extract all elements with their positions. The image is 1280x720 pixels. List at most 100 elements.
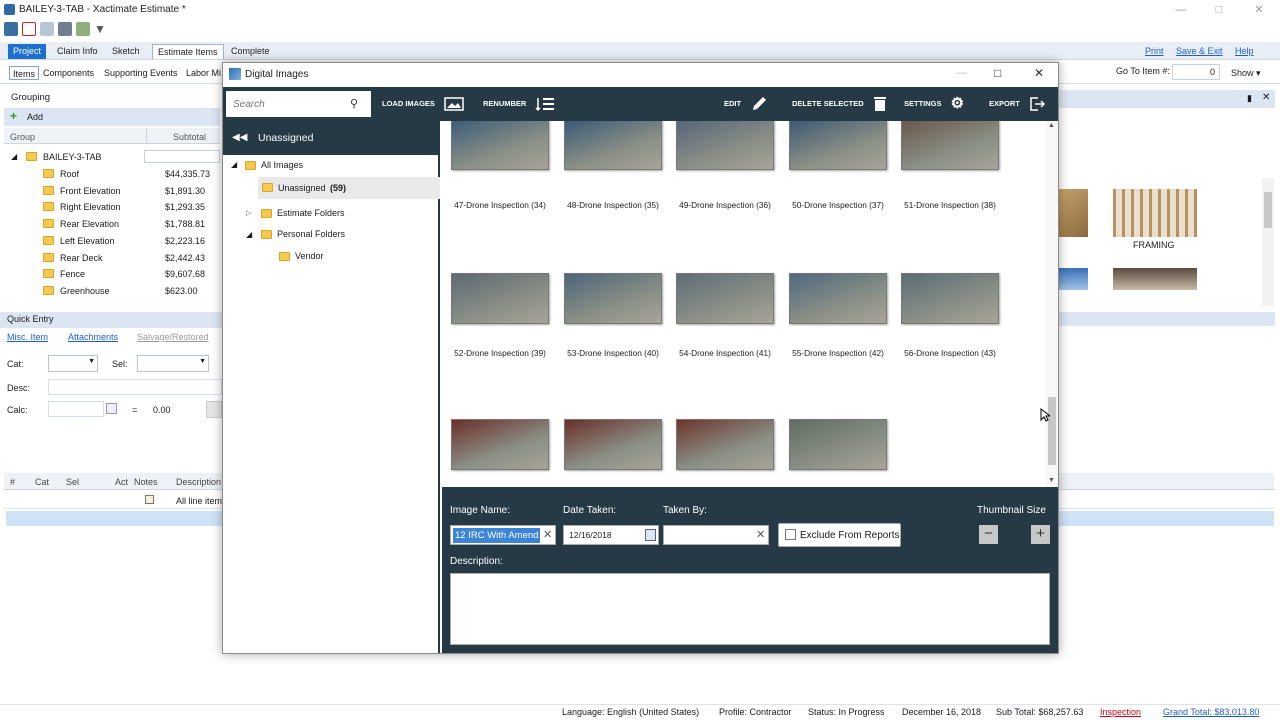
collapse-icon[interactable]: ◢ bbox=[246, 230, 252, 239]
collapse-icon[interactable]: ◢ bbox=[11, 152, 17, 161]
help-link[interactable]: Help bbox=[1235, 46, 1254, 56]
tab-claim-info[interactable]: Claim Info bbox=[52, 44, 103, 59]
group-row[interactable]: Roof $44,335.73 bbox=[4, 168, 220, 182]
group-row[interactable]: Front Elevation $1,891.30 bbox=[4, 185, 220, 199]
exclude-from-reports-toggle[interactable]: Exclude From Reports bbox=[778, 523, 901, 547]
expand-icon[interactable]: ▷ bbox=[246, 209, 251, 217]
search-box[interactable]: ⚲ bbox=[226, 91, 371, 117]
image-thumbnail[interactable] bbox=[564, 273, 662, 324]
add-group-button[interactable]: Add bbox=[27, 112, 43, 122]
tab-sketch[interactable]: Sketch bbox=[107, 44, 145, 59]
taken-by-field[interactable]: ✕ bbox=[663, 525, 769, 545]
image-name-field[interactable]: 12 IRC With Amend ✕ bbox=[450, 525, 556, 545]
search-input[interactable] bbox=[226, 91, 346, 117]
framing-thumbnail[interactable] bbox=[1113, 189, 1197, 237]
image-thumbnail[interactable] bbox=[676, 121, 774, 170]
tab-project[interactable]: Project bbox=[8, 44, 47, 59]
salvage-link[interactable]: Salvage/Restored bbox=[137, 332, 209, 342]
clear-icon[interactable]: ✕ bbox=[756, 528, 765, 541]
calc-button[interactable] bbox=[206, 401, 222, 418]
camera-icon[interactable] bbox=[4, 22, 18, 36]
subtab-components[interactable]: Components bbox=[40, 66, 97, 80]
rewind-icon[interactable]: ◀◀ bbox=[232, 121, 247, 155]
clear-icon[interactable]: ✕ bbox=[543, 528, 552, 541]
dialog-minimize-icon[interactable]: — bbox=[956, 67, 967, 79]
attachments-link[interactable]: Attachments bbox=[68, 332, 118, 342]
group-row[interactable]: Rear Elevation $1,788.81 bbox=[4, 218, 220, 232]
edit-button[interactable]: EDIT bbox=[724, 87, 768, 121]
right-scrollbar[interactable] bbox=[1262, 178, 1274, 306]
subtab-supporting-events[interactable]: Supporting Events bbox=[101, 66, 181, 80]
grouping-add-row[interactable]: + Add bbox=[4, 108, 220, 126]
desc-input[interactable] bbox=[48, 379, 222, 395]
documents-icon[interactable] bbox=[40, 22, 54, 36]
group-row[interactable]: Greenhouse $623.00 bbox=[4, 285, 220, 299]
scroll-up-icon[interactable]: ▲ bbox=[1048, 122, 1055, 129]
thumbnail-larger-button[interactable]: + bbox=[1031, 525, 1050, 544]
tree-personal-folders[interactable]: Personal Folders bbox=[261, 229, 345, 240]
group-row[interactable]: Right Elevation $1,293.35 bbox=[4, 201, 220, 215]
cat-dropdown[interactable]: ▼ bbox=[48, 355, 98, 372]
calendar-icon[interactable] bbox=[645, 529, 656, 541]
exclude-checkbox[interactable] bbox=[785, 529, 796, 540]
image-grid-scrollbar[interactable]: ▲ ▼ bbox=[1046, 121, 1058, 487]
export-button[interactable]: EXPORT bbox=[989, 87, 1045, 121]
inspection-link[interactable]: Inspection bbox=[1100, 707, 1141, 717]
sync-icon[interactable] bbox=[76, 22, 90, 36]
scroll-down-icon[interactable]: ▼ bbox=[1048, 477, 1055, 484]
thumbnail-smaller-button[interactable]: − bbox=[979, 525, 998, 544]
maximize-icon[interactable]: □ bbox=[1211, 2, 1227, 18]
sketch-thumbnail[interactable] bbox=[1059, 189, 1088, 237]
tab-complete[interactable]: Complete bbox=[226, 44, 275, 59]
grand-total-link[interactable]: Grand Total: $83,013.80 bbox=[1163, 707, 1259, 717]
save-icon[interactable] bbox=[58, 22, 72, 36]
load-images-button[interactable]: LOAD IMAGES bbox=[382, 87, 464, 121]
image-thumbnail[interactable] bbox=[676, 419, 774, 470]
date-taken-field[interactable]: 12/16/2018 bbox=[563, 525, 659, 545]
image-thumbnail[interactable] bbox=[789, 419, 887, 470]
renumber-button[interactable]: RENUMBER bbox=[483, 87, 555, 121]
description-textarea[interactable] bbox=[450, 573, 1050, 645]
group-row[interactable]: Rear Deck $2,442.43 bbox=[4, 252, 220, 266]
subtab-items[interactable]: Items bbox=[9, 66, 40, 80]
image-thumbnail[interactable] bbox=[676, 273, 774, 324]
subtab-labor[interactable]: Labor Mi bbox=[183, 66, 224, 80]
pin-icon[interactable]: ▮ bbox=[1247, 93, 1252, 104]
calc-input[interactable] bbox=[48, 401, 104, 417]
window-thumbnail[interactable] bbox=[1059, 268, 1088, 290]
save-exit-link[interactable]: Save & Exit bbox=[1176, 46, 1223, 56]
sel-dropdown[interactable]: ▼ bbox=[137, 355, 209, 372]
group-row[interactable]: Fence $9,607.68 bbox=[4, 268, 220, 282]
xm8-icon[interactable]: ▼ bbox=[94, 22, 106, 36]
print-link[interactable]: Print bbox=[1145, 46, 1164, 56]
show-menu[interactable]: Show ▾ bbox=[1231, 68, 1261, 79]
tree-estimate-folders[interactable]: Estimate Folders bbox=[261, 208, 345, 219]
roof-thumbnail[interactable] bbox=[1113, 268, 1197, 290]
image-thumbnail[interactable] bbox=[789, 121, 887, 170]
collapse-all-images-icon[interactable]: ◢ bbox=[231, 160, 237, 169]
image-thumbnail[interactable] bbox=[564, 121, 662, 170]
tree-unassigned[interactable]: Unassigned (59) bbox=[258, 177, 440, 199]
dialog-close-icon[interactable]: ✕ bbox=[1034, 66, 1044, 80]
notes-icon[interactable] bbox=[145, 495, 154, 504]
close-panel-icon[interactable]: ✕ bbox=[1262, 92, 1270, 103]
image-thumbnail[interactable] bbox=[451, 419, 549, 470]
tree-vendor[interactable]: Vendor bbox=[279, 251, 324, 262]
group-row[interactable]: Left Elevation $2,223.16 bbox=[4, 235, 220, 249]
dialog-maximize-icon[interactable]: □ bbox=[994, 66, 1001, 80]
tree-all-images[interactable]: All Images bbox=[245, 160, 303, 171]
delete-selected-button[interactable]: DELETE SELECTED bbox=[792, 87, 887, 121]
minimize-icon[interactable]: — bbox=[1173, 2, 1189, 18]
image-thumbnail[interactable] bbox=[789, 273, 887, 324]
calculator-icon[interactable] bbox=[106, 403, 117, 414]
misc-item-link[interactable]: Misc. Item bbox=[7, 332, 48, 342]
checklist-icon[interactable] bbox=[22, 22, 36, 36]
goto-item-input[interactable]: 0 bbox=[1172, 64, 1220, 80]
close-icon[interactable]: ✕ bbox=[1251, 2, 1267, 18]
image-thumbnail[interactable] bbox=[901, 273, 999, 324]
image-thumbnail[interactable] bbox=[451, 121, 549, 170]
image-thumbnail[interactable] bbox=[901, 121, 999, 170]
settings-button[interactable]: SETTINGS ⚙ bbox=[904, 87, 964, 121]
image-thumbnail[interactable] bbox=[564, 419, 662, 470]
tab-estimate-items[interactable]: Estimate Items bbox=[152, 44, 224, 59]
